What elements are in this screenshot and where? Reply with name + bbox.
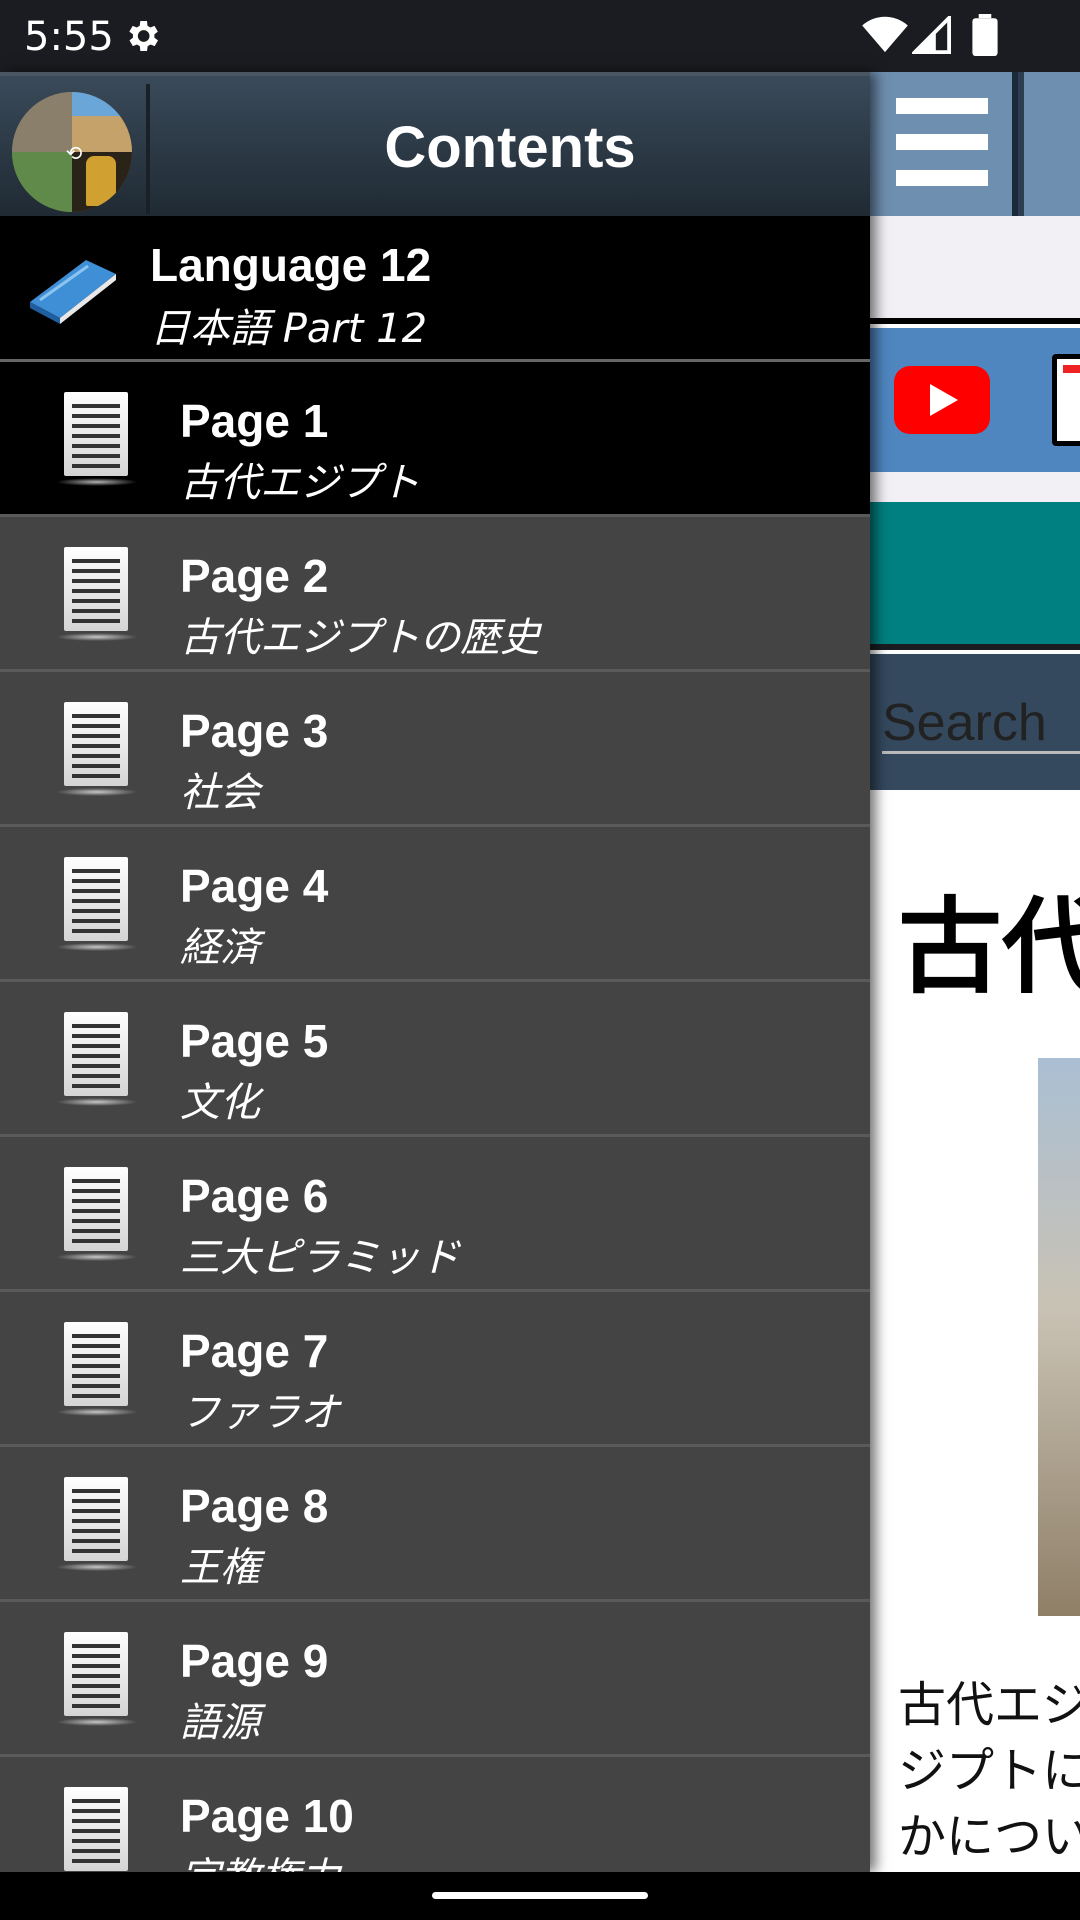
page-label: Page 3 xyxy=(180,705,329,757)
page-item-2[interactable]: Page 2 古代エジプトの歴史 xyxy=(0,517,870,672)
page-subtitle: 宗教権力 xyxy=(180,1845,340,1872)
book-title: Language 12 xyxy=(150,239,432,291)
page-icon xyxy=(56,1787,138,1872)
book-icon xyxy=(30,260,116,324)
page-heading: 古代 xyxy=(898,886,1080,1008)
teal-banner xyxy=(870,502,1080,650)
navigation-bar xyxy=(0,1872,1080,1920)
page-item-7[interactable]: Page 7 ファラオ xyxy=(0,1292,870,1447)
page-label: Page 10 xyxy=(180,1790,354,1842)
book-subtitle: 日本語 Part 12 xyxy=(150,306,428,352)
status-bar: 5:55 xyxy=(0,0,1080,72)
content-gap xyxy=(870,472,1080,502)
page-icon xyxy=(56,1322,138,1418)
page-icon xyxy=(56,1632,138,1728)
book-header[interactable]: Language 12 日本語 Part 12 xyxy=(0,216,870,362)
page-label: Page 2 xyxy=(180,550,329,602)
document-icon[interactable] xyxy=(1052,354,1080,446)
hamburger-icon xyxy=(896,98,988,114)
page-item-10[interactable]: Page 10 宗教権力 xyxy=(0,1757,870,1872)
youtube-icon[interactable] xyxy=(894,366,990,434)
page-subtitle: 古代エジプトの歴史 xyxy=(180,615,540,661)
page-subtitle: 文化 xyxy=(180,1080,260,1126)
page-photo xyxy=(1038,1058,1080,1616)
signal-icon xyxy=(912,16,951,54)
page-subtitle: ファラオ xyxy=(180,1390,340,1436)
page-label: Page 1 xyxy=(180,395,329,447)
navigation-drawer: ⟲ Contents Language 12 日本語 Part 12 Page … xyxy=(0,72,870,1872)
page-label: Page 4 xyxy=(180,860,329,912)
drawer-title: Contents xyxy=(384,115,636,180)
page-list: Page 1 古代エジプト Page 2 古代エジプトの歴史 Page 3 社会… xyxy=(0,362,870,1872)
body-line: かについ xyxy=(898,1809,1080,1865)
page-icon xyxy=(56,547,138,643)
page-icon xyxy=(56,1167,138,1263)
drawer-header: ⟲ Contents xyxy=(0,72,870,216)
page-item-4[interactable]: Page 4 経済 xyxy=(0,827,870,982)
main-content: 古代 古代エジ ジプトに かについ xyxy=(870,72,1080,1872)
battery-icon xyxy=(972,14,998,56)
page-subtitle: 古代エジプト xyxy=(180,460,420,506)
hamburger-bar xyxy=(896,170,988,186)
content-toolbar xyxy=(870,72,1080,216)
page-item-9[interactable]: Page 9 語源 xyxy=(0,1602,870,1757)
page-subtitle: 王権 xyxy=(180,1545,260,1591)
search-input[interactable] xyxy=(882,694,1080,754)
page-label: Page 9 xyxy=(180,1635,329,1687)
body-text: 古代エジ ジプトに かについ xyxy=(898,1672,1080,1870)
page-item-8[interactable]: Page 8 王権 xyxy=(0,1447,870,1602)
history-icon: ⟲ xyxy=(65,143,83,165)
home-gesture-handle[interactable] xyxy=(432,1892,648,1899)
search-bar xyxy=(870,654,1080,790)
menu-button[interactable] xyxy=(870,72,1018,216)
page-item-3[interactable]: Page 3 社会 xyxy=(0,672,870,827)
hamburger-bar xyxy=(896,134,988,150)
page-item-1[interactable]: Page 1 古代エジプト xyxy=(0,362,870,517)
link-bar xyxy=(870,328,1080,472)
page-icon xyxy=(56,1012,138,1108)
play-icon xyxy=(930,384,958,416)
page-subtitle: 経済 xyxy=(180,925,260,971)
page-subtitle: 語源 xyxy=(180,1700,260,1746)
page-icon xyxy=(56,1477,138,1573)
toolbar-button[interactable] xyxy=(1024,72,1080,216)
page-label: Page 8 xyxy=(180,1480,329,1532)
page-subtitle: 社会 xyxy=(180,770,260,816)
page-icon xyxy=(56,392,138,488)
page-subtitle: 三大ピラミッド xyxy=(180,1235,460,1281)
app-avatar[interactable]: ⟲ xyxy=(12,92,132,212)
page-label: Page 6 xyxy=(180,1170,329,1222)
body-line: ジプトに xyxy=(898,1743,1080,1799)
body-line: 古代エジ xyxy=(898,1677,1080,1733)
gear-icon xyxy=(129,21,158,51)
page-label: Page 7 xyxy=(180,1325,329,1377)
page-label: Page 5 xyxy=(180,1015,329,1067)
page-item-6[interactable]: Page 6 三大ピラミッド xyxy=(0,1137,870,1292)
page-icon xyxy=(56,702,138,798)
wifi-icon xyxy=(862,16,908,53)
page-item-5[interactable]: Page 5 文化 xyxy=(0,982,870,1137)
page-icon xyxy=(56,857,138,953)
content-strip xyxy=(870,216,1080,324)
status-time: 5:55 xyxy=(24,14,114,60)
